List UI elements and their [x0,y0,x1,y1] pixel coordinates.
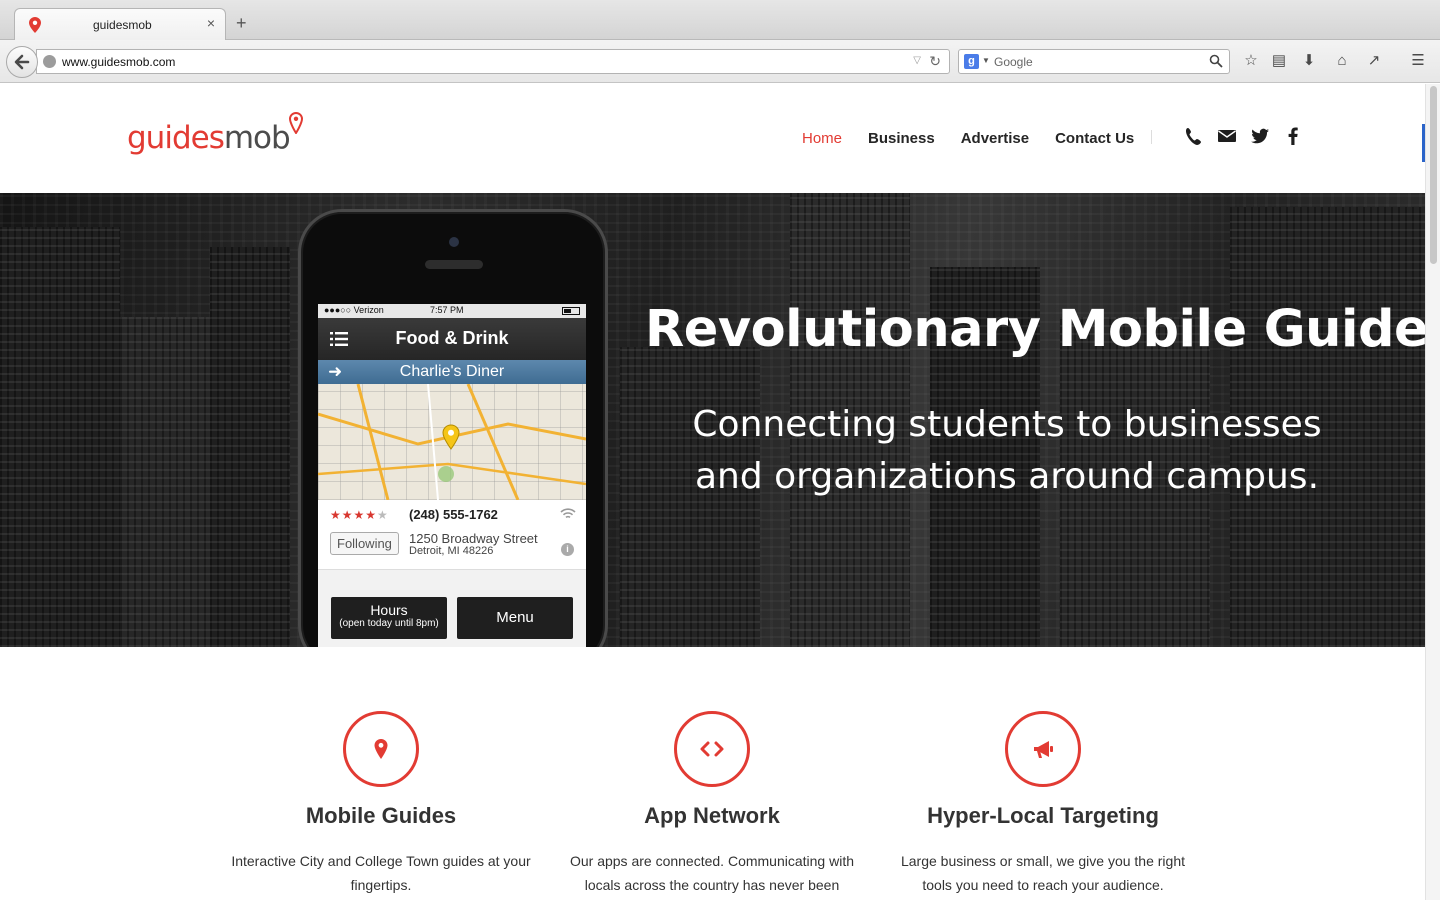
feature-icon-circle [343,711,419,787]
nav-home[interactable]: Home [802,130,842,147]
address-line2: Detroit, MI 48226 [409,545,494,557]
phone-status-bar: ●●●○○ Verizon 7:57 PM [318,304,586,318]
google-icon[interactable]: g [964,54,979,69]
browser-tab-bar: guidesmob × + [0,0,1440,40]
app-subheader: ➜ Charlie's Diner [318,360,586,384]
browser-nav-bar: www.guidesmob.com ▽ ↻ g ▼ Google ☆ ▤ ⬇ ⌂… [0,40,1440,83]
hero-banner: ●●●○○ Verizon 7:57 PM Food & Drink ➜ Cha… [0,193,1425,647]
reload-icon[interactable]: ↻ [929,53,941,70]
home-icon[interactable]: ⌂ [1332,51,1352,71]
scrollbar-thumb[interactable] [1430,86,1437,264]
feature-title: Hyper-Local Targeting [927,803,1159,828]
extension-icon[interactable]: ↗ [1364,51,1384,71]
wifi-icon [560,508,576,519]
nav-business[interactable]: Business [868,130,935,147]
hours-note: (open today until 8pm) [339,618,439,629]
search-bar[interactable]: g ▼ Google [958,49,1230,74]
logo-pin-icon [288,112,303,134]
hero-subtitle-line2: and organizations around campus. [694,456,1320,497]
logo-text-mob: mob [223,120,291,156]
carrier-label: ●●●○○ Verizon [324,305,384,315]
feature-title: App Network [644,803,780,828]
place-info: ★★★★★ (248) 555-1762 Following 1250 Broa… [318,500,586,570]
twitter-icon[interactable] [1250,126,1270,146]
url-text[interactable]: www.guidesmob.com [62,55,175,69]
search-input[interactable]: Google [994,55,1033,69]
app-header: Food & Drink [318,318,586,360]
map-pin-icon [442,424,460,450]
bookmark-star-icon[interactable]: ☆ [1241,51,1261,71]
following-button: Following [330,532,399,555]
status-time: 7:57 PM [430,305,464,315]
hero-subtitle: Connecting students to businesses and or… [660,399,1354,503]
menu-button: Menu [457,597,573,639]
url-bar[interactable]: www.guidesmob.com ▽ ↻ [36,49,950,74]
app-map [318,384,586,500]
back-button[interactable] [6,46,38,78]
new-tab-button[interactable]: + [236,14,247,32]
url-dropdown-icon[interactable]: ▽ [913,55,921,66]
hero-subtitle-line1: Connecting students to businesses [692,404,1322,445]
hours-button: Hours (open today until 8pm) [331,597,447,639]
megaphone-icon [1034,741,1053,758]
mail-icon[interactable] [1217,126,1237,146]
phone-icon[interactable] [1184,126,1204,146]
feature-title: Mobile Guides [305,803,457,828]
logo-text-guides: guides [127,120,225,156]
browser-tab[interactable]: guidesmob × [14,8,226,40]
page-scrollbar[interactable] [1425,84,1440,900]
phone-camera [449,237,459,247]
place-phone: (248) 555-1762 [409,507,498,522]
feature-icon-circle [1005,711,1081,787]
place-name: Charlie's Diner [399,363,505,380]
engine-dropdown-icon[interactable]: ▼ [982,56,990,65]
code-icon [700,741,724,757]
nav-contact-us[interactable]: Contact Us [1055,130,1134,147]
social-links [1184,126,1303,146]
battery-icon [562,307,580,315]
info-icon: i [561,543,574,556]
nav-divider [1151,130,1152,144]
main-nav: Home Business Advertise Contact Us [802,130,1134,147]
bookmarks-list-icon[interactable]: ▤ [1269,51,1289,71]
tab-close-icon[interactable]: × [207,15,215,31]
search-icon[interactable] [1209,54,1223,68]
nav-advertise[interactable]: Advertise [961,130,1029,147]
rating-stars: ★★★★★ [330,508,389,522]
map-pin-icon [29,17,41,33]
feature-text: Large business or small, we give you the… [900,853,1186,893]
facebook-icon[interactable] [1283,126,1303,146]
feature-icon-circle [674,711,750,787]
globe-icon [43,55,56,68]
phone-screen: ●●●○○ Verizon 7:57 PM Food & Drink ➜ Cha… [318,304,586,647]
web-page: guidesmob Home Business Advertise Contac… [0,84,1425,900]
site-logo[interactable]: guidesmob [127,112,303,161]
map-pin-icon [374,739,388,759]
app-button-row: Hours (open today until 8pm) Menu [318,590,586,647]
menu-icon[interactable]: ☰ [1408,51,1428,71]
feature-text: Our apps are connected. Communicating wi… [569,853,855,893]
hours-label: Hours [370,602,408,618]
address-line1: 1250 Broadway Street [409,531,538,546]
hero-title: Revolutionary Mobile Guides [645,300,1425,359]
feature-text: Interactive City and College Town guides… [231,853,531,893]
download-icon[interactable]: ⬇ [1299,51,1319,71]
phone-mockup: ●●●○○ Verizon 7:57 PM Food & Drink ➜ Cha… [298,209,608,647]
back-arrow-icon [14,54,30,70]
phone-speaker [425,260,483,269]
app-title: Food & Drink [395,328,509,348]
tab-title: guidesmob [93,18,152,32]
